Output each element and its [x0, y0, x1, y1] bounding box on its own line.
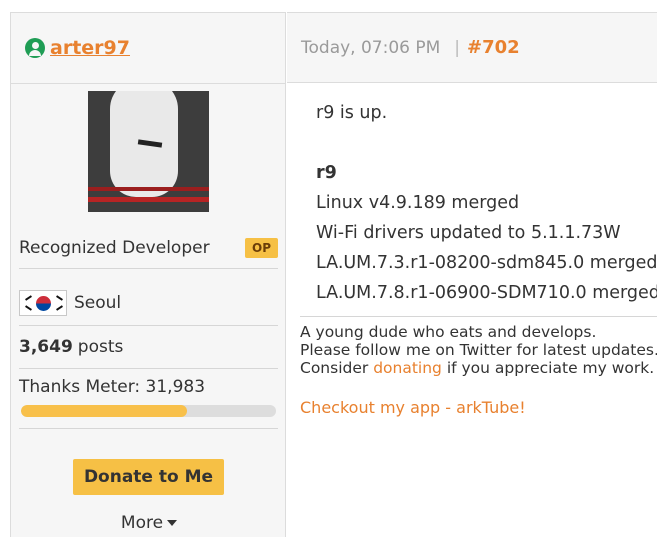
- user-title: Recognized Developer: [19, 238, 210, 258]
- donate-button[interactable]: Donate to Me: [73, 459, 224, 495]
- user-sidebar: arter97 Recognized Developer OP Seoul 3,…: [10, 12, 286, 537]
- donating-link[interactable]: donating: [373, 359, 442, 377]
- signature-line: Consider donating if you appreciate my w…: [300, 359, 657, 377]
- caret-down-icon: [167, 520, 178, 526]
- location: Seoul: [74, 293, 122, 313]
- forum-post: arter97 Recognized Developer OP Seoul 3,…: [0, 0, 657, 537]
- posts-row: 3,649 posts: [19, 326, 278, 369]
- post-line: LA.UM.7.8.r1-06900-SDM710.0 merged: [316, 283, 657, 303]
- more-label: More: [120, 513, 164, 533]
- signature: A young dude who eats and develops. Plea…: [300, 316, 657, 417]
- signature-line: A young dude who eats and develops.: [300, 323, 597, 341]
- thanks-meter-label: Thanks Meter: 31,983: [19, 377, 206, 397]
- avatar[interactable]: [88, 91, 209, 212]
- more-dropdown[interactable]: More: [11, 513, 287, 533]
- post-line: r9: [316, 163, 337, 183]
- post-line: LA.UM.7.3.r1-08200-sdm845.0 merged: [316, 253, 657, 273]
- post-line: Linux v4.9.189 merged: [316, 193, 520, 213]
- user-circle-icon: [25, 38, 45, 58]
- username-link[interactable]: arter97: [50, 37, 130, 59]
- signature-text: Consider: [300, 359, 374, 377]
- post-line: Wi-Fi drivers updated to 5.1.1.73W: [316, 223, 621, 243]
- post-date: Today, 07:06 PM: [301, 37, 441, 58]
- signature-text: if you appreciate my work.: [441, 359, 655, 377]
- thanks-meter-fill: [21, 405, 187, 417]
- thanks-meter: Thanks Meter: 31,983: [19, 369, 278, 429]
- signature-line: Please follow me on Twitter for latest u…: [300, 341, 657, 359]
- posts-label: posts: [77, 337, 124, 357]
- posts-count: 3,649: [19, 337, 73, 357]
- user-header: arter97: [11, 13, 285, 84]
- op-badge: OP: [245, 238, 278, 258]
- user-title-row: Recognized Developer OP: [19, 228, 278, 269]
- post-body: r9 is up. r9 Linux v4.9.189 merged Wi-Fi…: [316, 98, 657, 308]
- post-header: Today, 07:06 PM | #702: [287, 12, 657, 83]
- location-row: Seoul: [19, 281, 278, 326]
- post-separator: |: [454, 37, 461, 58]
- thanks-meter-track: [21, 405, 276, 417]
- post-number-link[interactable]: #702: [467, 37, 520, 58]
- south-korea-flag-icon: [19, 290, 67, 316]
- post-line: r9 is up.: [316, 103, 388, 123]
- app-link[interactable]: Checkout my app - arkTube!: [300, 399, 657, 417]
